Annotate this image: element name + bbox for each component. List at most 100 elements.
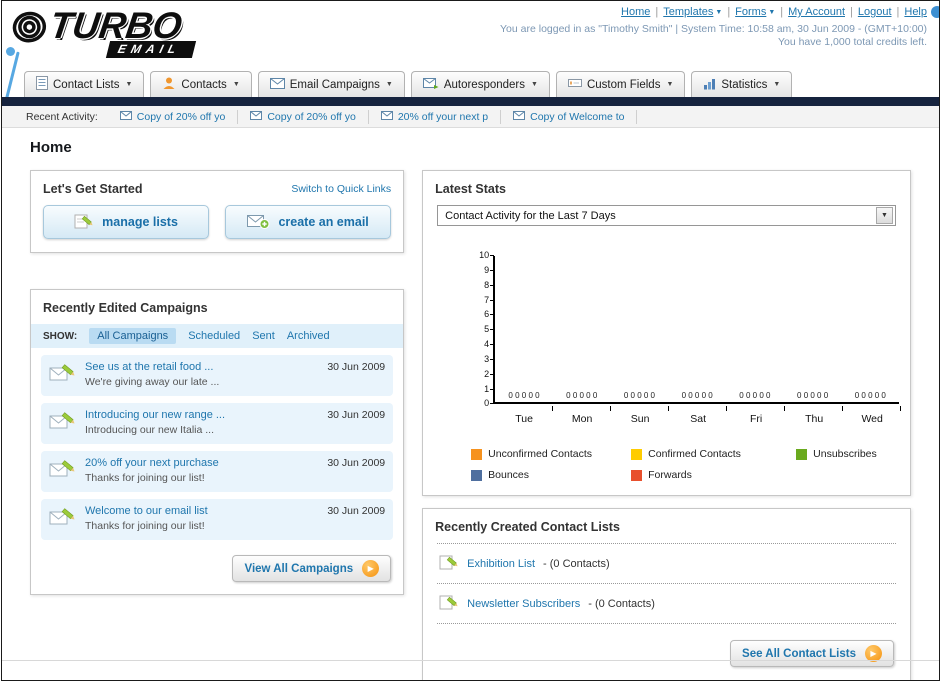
recent-activity-label: Recent Activity: [26, 110, 98, 123]
link-logout[interactable]: Logout [858, 6, 892, 18]
show-label: SHOW: [43, 330, 78, 342]
envelope-icon [250, 110, 263, 123]
envelope-plus-icon [247, 213, 270, 232]
chart-bar-group: 0 0 0 0 0 [495, 256, 553, 402]
contact-list-link[interactable]: Newsletter Subscribers [467, 598, 580, 610]
nav-tab-custom-fields[interactable]: Custom Fields ▼ [555, 71, 686, 97]
campaign-title-link[interactable]: 20% off your next purchase [85, 457, 319, 469]
recent-activity-item[interactable]: Copy of 20% off yo [108, 109, 239, 124]
latest-stats-panel: Latest Stats Contact Activity for the La… [422, 170, 911, 496]
logo-subtitle: EMAIL [105, 41, 197, 58]
top-nav-links: Home | Templates ▼ | Forms ▼ | My Account | Logout… [621, 6, 927, 18]
stats-period-value: Contact Activity for the Last 7 Days [445, 209, 616, 222]
envelope-icon [380, 110, 393, 123]
legend-item: Confirmed Contacts [631, 448, 796, 460]
get-started-title: Let's Get Started [43, 182, 143, 196]
nav-tab-statistics[interactable]: Statistics ▼ [691, 71, 793, 97]
campaign-title-link[interactable]: Introducing our new range ... [85, 409, 319, 421]
nav-tab-email-campaigns[interactable]: Email Campaigns ▼ [257, 71, 405, 97]
main-content: Home Let's Get Started Switch to Quick L… [2, 129, 939, 680]
campaign-filter-bar: SHOW: All Campaigns Scheduled Sent Archi… [31, 324, 404, 348]
envelope-icon [269, 77, 285, 92]
filter-archived[interactable]: Archived [287, 330, 330, 342]
legend-label: Unsubscribes [813, 448, 877, 460]
envelope-pencil-icon [49, 409, 77, 438]
custom-fields-icon [567, 77, 582, 92]
coil-icon [8, 7, 52, 52]
stats-period-dropdown[interactable]: Contact Activity for the Last 7 Days ▼ [437, 205, 896, 226]
contact-list-link[interactable]: Exhibition List [467, 558, 535, 570]
y-tick-label: 10 [467, 250, 495, 261]
page-title: Home [30, 139, 72, 156]
y-tick-label: 7 [467, 295, 495, 306]
app-window: TURBO EMAIL Home | Templates ▼ | Forms ▼ | My Ac… [1, 0, 940, 681]
main-nav: Contact Lists ▼ Contacts ▼ Email Campaig… [2, 70, 939, 97]
contact-activity-chart: 10 9 8 7 6 5 4 3 2 1 0 0 0 0 0 0 0 0 0 0… [467, 250, 902, 432]
bar-value-labels: 0 0 0 0 0 [681, 391, 713, 400]
login-info: You are logged in as "Timothy Smith" | S… [500, 23, 927, 35]
nav-tab-autoresponders[interactable]: Autoresponders ▼ [410, 71, 550, 97]
x-tick-label: Sun [630, 413, 650, 425]
envelope-pencil-icon [49, 457, 77, 486]
link-forms[interactable]: Forms [735, 6, 766, 18]
x-tick-label: Mon [571, 413, 593, 425]
y-tick-label: 4 [467, 339, 495, 350]
pencil-icon [439, 553, 459, 574]
campaign-row: See us at the retail food ... We're givi… [41, 355, 394, 396]
contact-lists-panel: Recently Created Contact Lists Exhibitio… [422, 508, 911, 680]
chevron-down-icon: ▼ [768, 8, 776, 16]
recent-activity-item[interactable]: Copy of 20% off yo [238, 109, 369, 124]
x-tick-label: Tue [515, 413, 533, 425]
header: TURBO EMAIL Home | Templates ▼ | Forms ▼ | My Ac… [2, 1, 939, 107]
envelope-icon [119, 110, 132, 123]
link-home[interactable]: Home [621, 6, 650, 18]
contact-list-count: - (0 Contacts) [543, 557, 610, 570]
contact-list-row: Exhibition List - (0 Contacts) [437, 544, 896, 584]
link-help[interactable]: Help [904, 6, 927, 18]
legend-swatch [471, 469, 483, 481]
x-tick-label: Sat [690, 413, 707, 425]
see-all-contact-lists-button[interactable]: See All Contact Lists ▶ [730, 640, 894, 667]
filter-all-campaigns[interactable]: All Campaigns [89, 328, 177, 344]
chart-bar-group: 0 0 0 0 0 [784, 256, 842, 402]
chart-bar-group: 0 0 0 0 0 [726, 256, 784, 402]
campaign-title-link[interactable]: Welcome to our email list [85, 505, 319, 517]
view-all-campaigns-label: View All Campaigns [244, 562, 354, 575]
nav-tab-contacts[interactable]: Contacts ▼ [150, 71, 252, 97]
legend-item: Unsubscribes [796, 448, 896, 460]
nav-tab-label: Contacts [181, 78, 227, 91]
switch-quick-links[interactable]: Switch to Quick Links [291, 183, 391, 195]
legend-item: Unconfirmed Contacts [471, 448, 631, 460]
legend-label: Forwards [648, 469, 692, 481]
campaign-title-link[interactable]: See us at the retail food ... [85, 361, 319, 373]
campaign-date: 30 Jun 2009 [327, 505, 386, 517]
legend-swatch [631, 448, 643, 460]
y-tick-label: 5 [467, 324, 495, 335]
legend-item: Forwards [631, 469, 796, 481]
corner-dot [931, 6, 939, 18]
y-tick-label: 8 [467, 280, 495, 291]
chevron-down-icon: ▼ [385, 81, 393, 88]
filter-scheduled[interactable]: Scheduled [188, 330, 240, 342]
pencil-icon [439, 593, 459, 614]
filter-sent[interactable]: Sent [252, 330, 275, 342]
chart-bar-group: 0 0 0 0 0 [611, 256, 669, 402]
nav-tab-contact-lists[interactable]: Contact Lists ▼ [24, 71, 145, 97]
manage-lists-button[interactable]: manage lists [43, 205, 210, 239]
legend-label: Unconfirmed Contacts [488, 448, 593, 460]
link-my-account[interactable]: My Account [788, 6, 845, 18]
link-templates[interactable]: Templates [663, 6, 713, 18]
get-started-panel: Let's Get Started Switch to Quick Links … [30, 170, 405, 253]
footer-divider [2, 660, 939, 661]
bar-value-labels: 0 0 0 0 0 [566, 391, 598, 400]
contact-lists-icon [36, 76, 48, 93]
pencil-icon [74, 212, 94, 233]
arrow-right-icon: ▶ [362, 560, 380, 577]
credits-info: You have 1,000 total credits left. [777, 36, 927, 48]
recent-campaigns-panel: Recently Edited Campaigns SHOW: All Camp… [30, 289, 405, 595]
recent-activity-item[interactable]: Copy of Welcome to [501, 109, 638, 124]
recent-activity-item[interactable]: 20% off your next p [369, 109, 502, 124]
view-all-campaigns-button[interactable]: View All Campaigns ▶ [232, 555, 392, 582]
create-email-button[interactable]: create an email [225, 205, 392, 239]
chevron-down-icon: ▼ [773, 81, 781, 88]
